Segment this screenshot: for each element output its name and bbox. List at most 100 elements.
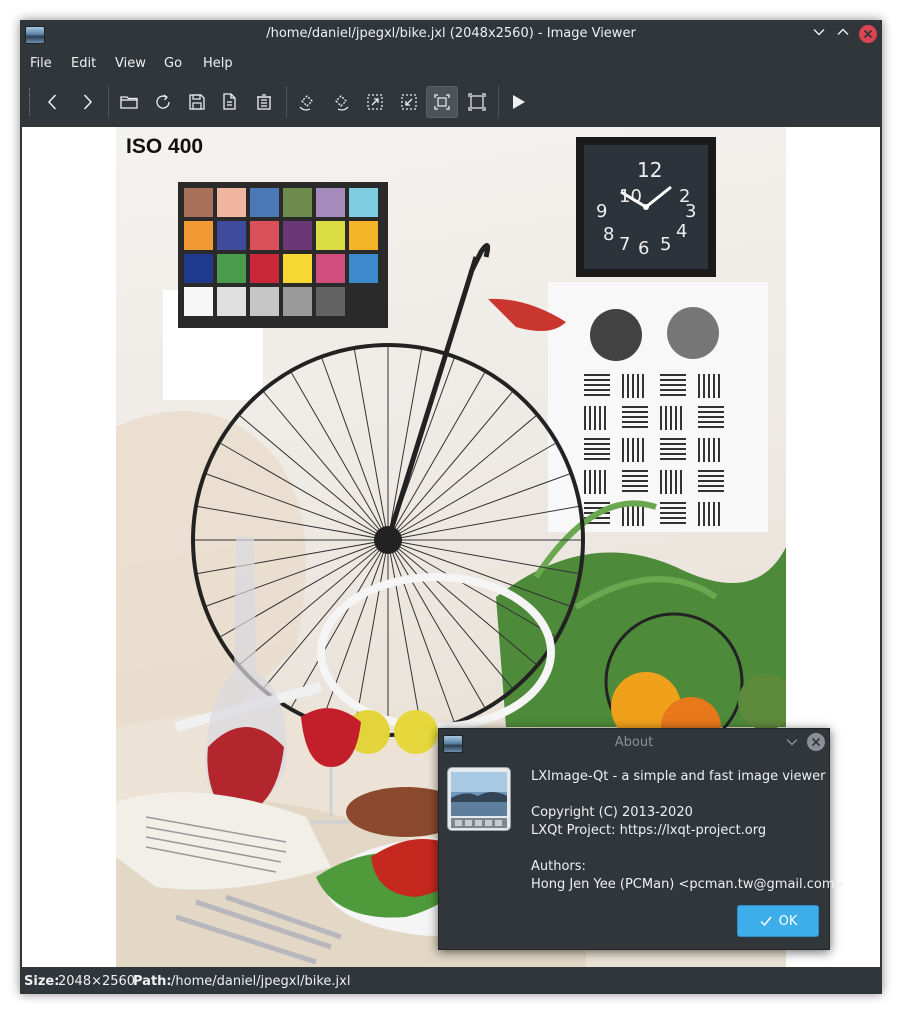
about-authors-label: Authors: (531, 859, 586, 874)
save-icon (189, 94, 205, 110)
pattern-line (622, 411, 648, 413)
pattern-line (660, 384, 686, 386)
pattern-line (698, 475, 724, 477)
about-project-link[interactable]: LXQt Project: https://lxqt-project.org (531, 823, 766, 838)
pattern-line (670, 406, 672, 430)
checker-swatch (283, 221, 312, 250)
menu-file[interactable]: File (30, 56, 52, 71)
pattern-line (670, 470, 672, 494)
save-button[interactable] (181, 86, 213, 118)
pattern-line (698, 411, 724, 413)
ok-button-label: OK (778, 913, 798, 929)
pattern-line (660, 522, 686, 524)
close-button[interactable] (859, 25, 877, 43)
menu-help[interactable]: Help (203, 56, 233, 71)
pattern-line (632, 438, 634, 462)
about-close-button[interactable] (807, 733, 825, 751)
close-icon (811, 737, 821, 747)
pattern-line (665, 470, 667, 494)
svg-text:7: 7 (619, 234, 630, 255)
minimize-button[interactable] (810, 25, 828, 43)
pattern-line (680, 470, 682, 494)
pattern-line (622, 490, 648, 492)
pattern-line (660, 443, 686, 445)
checker-swatch (217, 188, 246, 217)
checker-swatch (316, 287, 345, 316)
pattern-line (584, 438, 610, 440)
checker-swatch (349, 188, 378, 217)
pattern-line (708, 502, 710, 526)
about-copyright: Copyright (C) 2013-2020 (531, 805, 693, 820)
about-minimize-button[interactable] (785, 735, 799, 753)
pattern-line (713, 438, 715, 462)
pattern-line (622, 438, 624, 462)
zoom-original-button[interactable] (393, 86, 425, 118)
toolbar-separator (286, 86, 287, 118)
pattern-line (698, 490, 724, 492)
ok-button[interactable]: OK (737, 905, 819, 937)
pattern-line (703, 374, 705, 398)
menu-go[interactable]: Go (164, 56, 182, 71)
delete-button[interactable] (248, 86, 280, 118)
fit-window-button[interactable] (426, 86, 458, 118)
rotate-clockwise-button[interactable] (291, 86, 323, 118)
pattern-line (708, 374, 710, 398)
about-app-description: LXImage-Qt - a simple and fast image vie… (531, 769, 826, 784)
checker-swatch (316, 188, 345, 217)
pattern-line (584, 458, 610, 460)
pattern-line (660, 517, 686, 519)
pattern-line (584, 453, 610, 455)
pattern-line (698, 406, 724, 408)
svg-text:5: 5 (660, 234, 671, 255)
checker-swatch (217, 221, 246, 250)
checker-swatch (283, 188, 312, 217)
pattern-line (622, 416, 648, 418)
pattern-line (660, 507, 686, 509)
toolbar-grip[interactable] (29, 88, 32, 116)
checker-swatch (184, 287, 213, 316)
fullscreen-icon (468, 93, 486, 111)
pattern-line (718, 502, 720, 526)
pattern-line (604, 406, 606, 430)
pattern-line (622, 374, 624, 398)
checker-swatch (349, 221, 378, 250)
pattern-line (599, 406, 601, 430)
pattern-line (584, 394, 610, 396)
pattern-line (604, 470, 606, 494)
toolbar-separator (108, 86, 109, 118)
pattern-line (698, 502, 700, 526)
pattern-line (584, 443, 610, 445)
open-button[interactable] (113, 86, 145, 118)
pattern-line (698, 426, 724, 428)
chevron-down-icon (813, 29, 825, 36)
rotate-counterclockwise-button[interactable] (325, 86, 357, 118)
reload-button[interactable] (147, 86, 179, 118)
pattern-line (632, 374, 634, 398)
pattern-line (584, 502, 610, 504)
menu-view[interactable]: View (115, 56, 146, 71)
save-as-button[interactable] (214, 86, 246, 118)
slideshow-button[interactable] (502, 86, 534, 118)
title-bar[interactable]: /home/daniel/jpegxl/bike.jxl (2048x2560)… (20, 20, 882, 48)
chevron-down-icon (786, 739, 798, 746)
about-dialog-titlebar[interactable]: About (439, 729, 829, 757)
pattern-line (698, 374, 700, 398)
zoom-fit-button[interactable] (359, 86, 391, 118)
pattern-line (627, 438, 629, 462)
pattern-line (660, 389, 686, 391)
rotate-clockwise-icon (299, 95, 313, 111)
slideshow-icon (513, 95, 525, 109)
fullscreen-button[interactable] (461, 86, 493, 118)
previous-button[interactable] (37, 86, 69, 118)
maximize-button[interactable] (834, 25, 852, 43)
lximage-app-icon (447, 767, 511, 831)
next-button[interactable] (71, 86, 103, 118)
pattern-line (589, 406, 591, 430)
pattern-line (622, 421, 648, 423)
pattern-line (675, 470, 677, 494)
checker-swatch (184, 254, 213, 283)
pattern-line (718, 438, 720, 462)
pattern-line (660, 502, 686, 504)
svg-text:3: 3 (685, 201, 696, 222)
menu-edit[interactable]: Edit (71, 56, 96, 71)
